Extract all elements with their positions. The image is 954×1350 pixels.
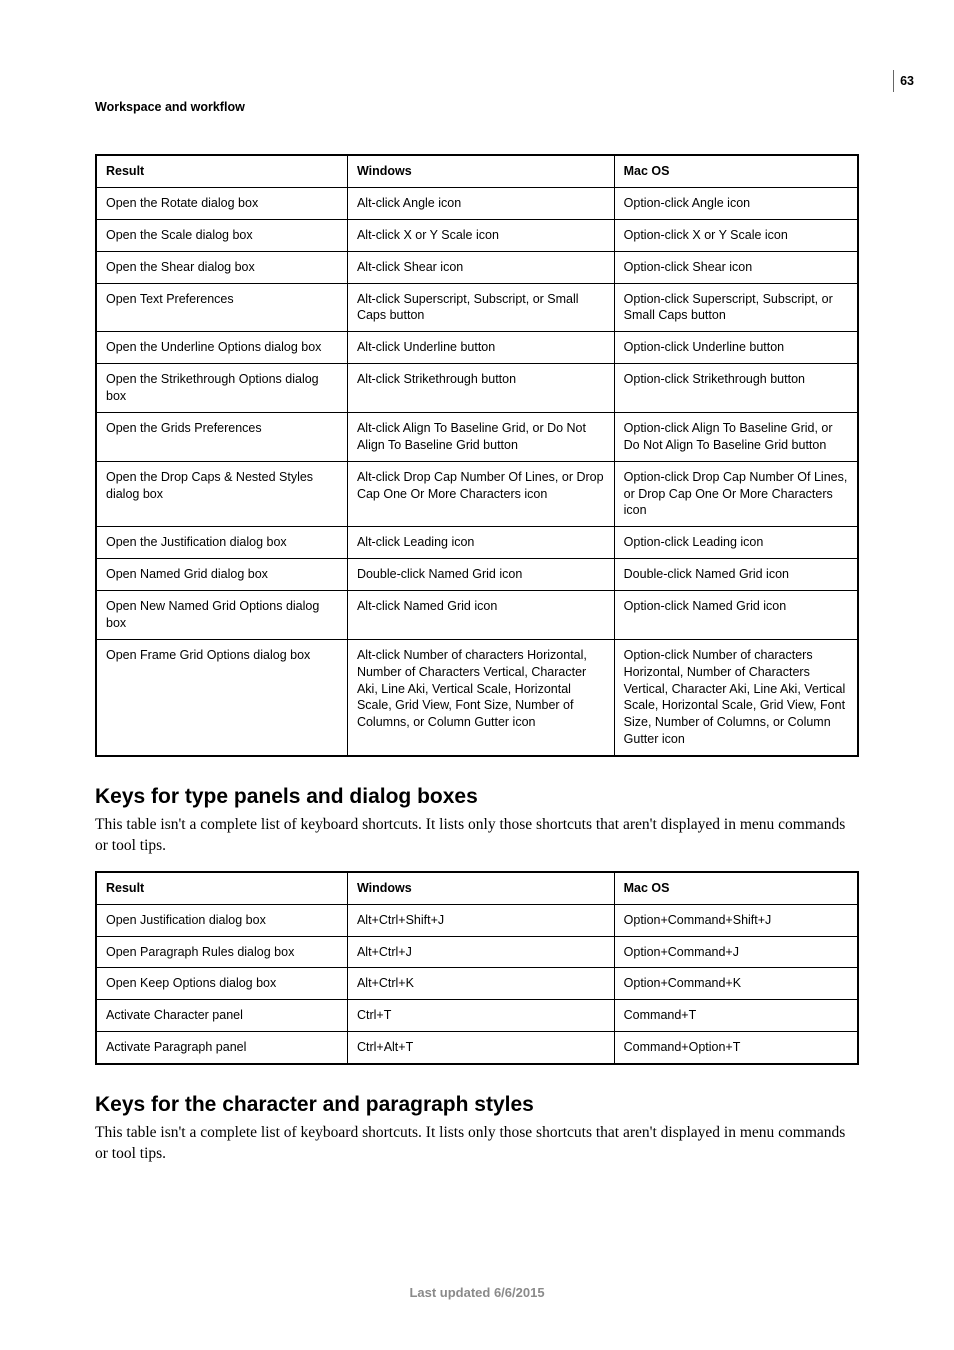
- cell-result: Open Paragraph Rules dialog box: [96, 936, 347, 968]
- table-header-row: Result Windows Mac OS: [96, 155, 858, 187]
- table-row: Activate Paragraph panel Ctrl+Alt+T Comm…: [96, 1032, 858, 1064]
- cell-macos: Option+Command+J: [614, 936, 858, 968]
- cell-result: Open the Underline Options dialog box: [96, 332, 347, 364]
- section-title: Workspace and workflow: [95, 100, 859, 114]
- cell-windows: Alt-click Number of characters Horizonta…: [347, 639, 614, 756]
- cell-macos: Option-click Named Grid icon: [614, 591, 858, 640]
- page-number: 63: [900, 74, 914, 88]
- cell-windows: Alt-click Leading icon: [347, 527, 614, 559]
- cell-result: Open New Named Grid Options dialog box: [96, 591, 347, 640]
- cell-macos: Option-click Number of characters Horizo…: [614, 639, 858, 756]
- col-header-macos: Mac OS: [614, 155, 858, 187]
- cell-macos: Command+T: [614, 1000, 858, 1032]
- cell-windows: Alt-click Shear icon: [347, 251, 614, 283]
- shortcuts-table-2: Result Windows Mac OS Open Justification…: [95, 871, 859, 1065]
- cell-result: Open Keep Options dialog box: [96, 968, 347, 1000]
- cell-windows: Alt-click Superscript, Subscript, or Sma…: [347, 283, 614, 332]
- cell-windows: Alt+Ctrl+Shift+J: [347, 904, 614, 936]
- document-page: 63 Workspace and workflow Result Windows…: [0, 0, 954, 1350]
- cell-result: Open the Justification dialog box: [96, 527, 347, 559]
- cell-windows: Ctrl+Alt+T: [347, 1032, 614, 1064]
- table-row: Open Frame Grid Options dialog box Alt-c…: [96, 639, 858, 756]
- cell-windows: Alt+Ctrl+K: [347, 968, 614, 1000]
- cell-windows: Alt+Ctrl+J: [347, 936, 614, 968]
- cell-windows: Double-click Named Grid icon: [347, 559, 614, 591]
- footer-last-updated: Last updated 6/6/2015: [0, 1285, 954, 1300]
- cell-macos: Option-click Superscript, Subscript, or …: [614, 283, 858, 332]
- cell-windows: Alt-click Strikethrough button: [347, 364, 614, 413]
- intro-char-para-styles: This table isn't a complete list of keyb…: [95, 1123, 859, 1165]
- cell-macos: Option-click Align To Baseline Grid, or …: [614, 412, 858, 461]
- table-row: Open the Grids Preferences Alt-click Ali…: [96, 412, 858, 461]
- table-row: Activate Character panel Ctrl+T Command+…: [96, 1000, 858, 1032]
- table-row: Open Keep Options dialog box Alt+Ctrl+K …: [96, 968, 858, 1000]
- cell-result: Open Named Grid dialog box: [96, 559, 347, 591]
- shortcuts-table-1: Result Windows Mac OS Open the Rotate di…: [95, 154, 859, 757]
- cell-macos: Option+Command+Shift+J: [614, 904, 858, 936]
- cell-windows: Alt-click Underline button: [347, 332, 614, 364]
- heading-type-panels: Keys for type panels and dialog boxes: [95, 785, 859, 809]
- cell-windows: Alt-click Named Grid icon: [347, 591, 614, 640]
- cell-result: Open the Strikethrough Options dialog bo…: [96, 364, 347, 413]
- cell-result: Open Text Preferences: [96, 283, 347, 332]
- cell-result: Open Justification dialog box: [96, 904, 347, 936]
- heading-char-para-styles: Keys for the character and paragraph sty…: [95, 1093, 859, 1117]
- table-row: Open the Drop Caps & Nested Styles dialo…: [96, 461, 858, 527]
- table-row: Open the Justification dialog box Alt-cl…: [96, 527, 858, 559]
- cell-result: Open Frame Grid Options dialog box: [96, 639, 347, 756]
- cell-macos: Option-click Strikethrough button: [614, 364, 858, 413]
- cell-macos: Option+Command+K: [614, 968, 858, 1000]
- cell-windows: Alt-click Align To Baseline Grid, or Do …: [347, 412, 614, 461]
- cell-result: Open the Shear dialog box: [96, 251, 347, 283]
- cell-windows: Ctrl+T: [347, 1000, 614, 1032]
- page-number-tick: [893, 70, 894, 92]
- table-row: Open the Rotate dialog box Alt-click Ang…: [96, 187, 858, 219]
- intro-type-panels: This table isn't a complete list of keyb…: [95, 815, 859, 857]
- table-row: Open Justification dialog box Alt+Ctrl+S…: [96, 904, 858, 936]
- cell-windows: Alt-click Drop Cap Number Of Lines, or D…: [347, 461, 614, 527]
- col-header-result: Result: [96, 872, 347, 904]
- cell-result: Open the Rotate dialog box: [96, 187, 347, 219]
- cell-windows: Alt-click Angle icon: [347, 187, 614, 219]
- col-header-windows: Windows: [347, 155, 614, 187]
- table-row: Open the Scale dialog box Alt-click X or…: [96, 219, 858, 251]
- cell-macos: Option-click Underline button: [614, 332, 858, 364]
- table-header-row: Result Windows Mac OS: [96, 872, 858, 904]
- cell-macos: Option-click Leading icon: [614, 527, 858, 559]
- table-row: Open the Underline Options dialog box Al…: [96, 332, 858, 364]
- cell-result: Activate Character panel: [96, 1000, 347, 1032]
- table-row: Open the Strikethrough Options dialog bo…: [96, 364, 858, 413]
- cell-macos: Option-click X or Y Scale icon: [614, 219, 858, 251]
- cell-macos: Option-click Angle icon: [614, 187, 858, 219]
- cell-macos: Option-click Drop Cap Number Of Lines, o…: [614, 461, 858, 527]
- cell-macos: Command+Option+T: [614, 1032, 858, 1064]
- table-row: Open the Shear dialog box Alt-click Shea…: [96, 251, 858, 283]
- cell-macos: Option-click Shear icon: [614, 251, 858, 283]
- table-row: Open Paragraph Rules dialog box Alt+Ctrl…: [96, 936, 858, 968]
- col-header-result: Result: [96, 155, 347, 187]
- col-header-macos: Mac OS: [614, 872, 858, 904]
- cell-result: Open the Scale dialog box: [96, 219, 347, 251]
- cell-result: Open the Drop Caps & Nested Styles dialo…: [96, 461, 347, 527]
- cell-windows: Alt-click X or Y Scale icon: [347, 219, 614, 251]
- cell-macos: Double-click Named Grid icon: [614, 559, 858, 591]
- cell-result: Open the Grids Preferences: [96, 412, 347, 461]
- col-header-windows: Windows: [347, 872, 614, 904]
- page-number-wrap: 63: [893, 70, 914, 92]
- table-row: Open New Named Grid Options dialog box A…: [96, 591, 858, 640]
- cell-result: Activate Paragraph panel: [96, 1032, 347, 1064]
- table-row: Open Named Grid dialog box Double-click …: [96, 559, 858, 591]
